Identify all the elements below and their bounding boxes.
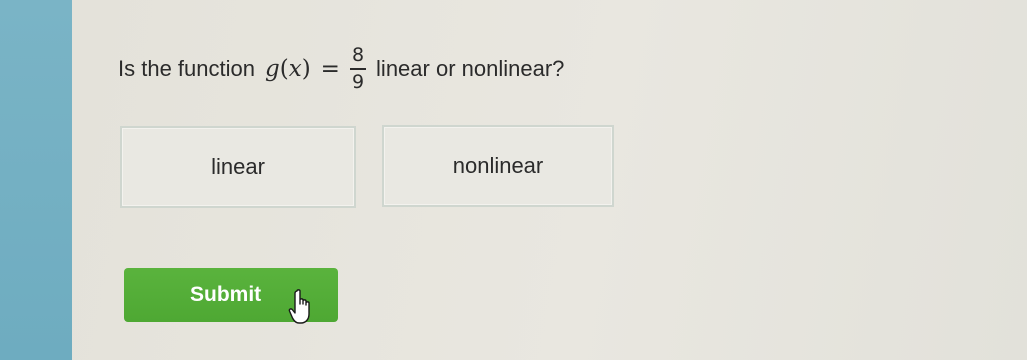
fraction-denominator: 9 <box>351 71 365 93</box>
question-prompt: Is the function g(x) = 8 9 linear or non… <box>118 40 564 98</box>
choice-nonlinear-button[interactable]: nonlinear <box>382 125 614 207</box>
choice-linear-label: linear <box>211 154 265 179</box>
equals-sign: = <box>320 56 340 82</box>
choice-nonlinear-label: nonlinear <box>452 153 544 178</box>
hand-pointer-icon <box>288 289 310 324</box>
question-suffix: linear or nonlinear? <box>376 56 565 81</box>
close-paren: ) <box>301 56 311 82</box>
function-variable: x <box>288 56 302 82</box>
left-sidebar-strip <box>0 0 72 360</box>
submit-label: Submit <box>190 283 262 306</box>
fraction-numerator: 8 <box>351 44 365 66</box>
fraction: 8 9 <box>350 46 366 92</box>
function-name: g <box>264 56 280 82</box>
open-paren: ( <box>279 56 289 82</box>
question-prefix: Is the function <box>118 56 255 81</box>
choice-linear-button[interactable]: linear <box>120 126 356 208</box>
function-expression: g(x) = 8 9 <box>265 46 366 92</box>
